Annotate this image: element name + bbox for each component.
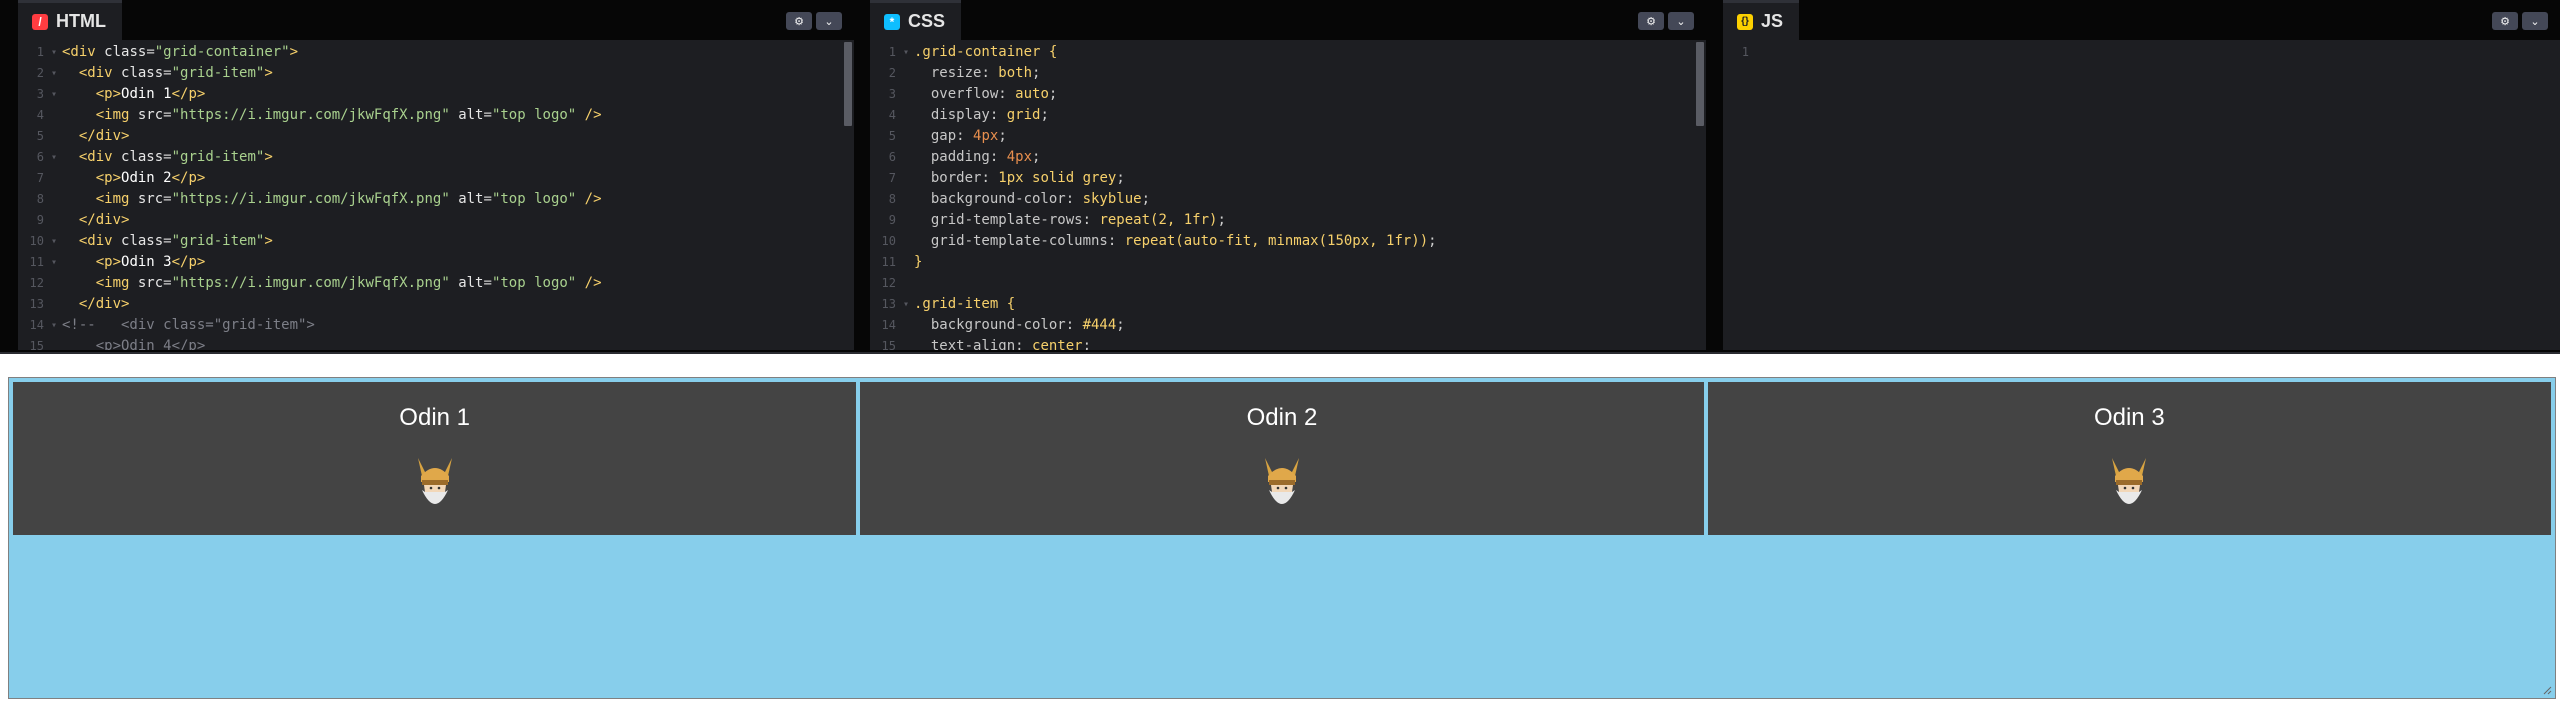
html-code[interactable]: 1 ▾ <div class="grid-container"> 2 ▾ <div c… [18,42,854,350]
editor-area: / HTML ⚙ ⌄ 1 ▾ <div class="grid-container"… [0,0,2560,352]
resize-handle-icon[interactable] [2542,685,2552,695]
css-code[interactable]: 1 ▾ .grid-container { 2 resize: both; 3 ov… [870,42,1706,350]
tab-js[interactable]: {} JS [1723,0,1800,40]
tab-js-label: JS [1761,11,1784,31]
gear-icon: ⚙ [2500,14,2510,28]
grid-item: Odin 1 [13,382,857,535]
gear-icon: ⚙ [1646,14,1656,28]
editor-preview-divider[interactable] [0,352,2560,354]
js-settings-button[interactable]: ⚙ [2492,12,2518,30]
item-label: Odin 1 [399,404,471,431]
item-label: Odin 3 [2093,404,2165,431]
item-label: Odin 2 [1246,404,1318,431]
css-collapse-button[interactable]: ⌄ [1668,12,1694,30]
html-settings-button[interactable]: ⚙ [786,12,812,30]
css-scrollbar[interactable] [1696,42,1704,126]
odin-logo-icon [417,458,452,504]
js-collapse-button[interactable]: ⌄ [2522,12,2548,30]
preview-grid-container: Odin 1 Odin 2 Odin 3 [8,377,2556,699]
js-icon: {} [1737,13,1753,30]
css-editor-pane[interactable]: * CSS ⚙ ⌄ 1 ▾ .grid-container { 2 resize: … [870,0,1706,350]
grid-item: Odin 3 [1707,382,2551,535]
grid-item: Odin 2 [860,382,1704,535]
css-settings-button[interactable]: ⚙ [1638,12,1664,30]
chevron-down-icon: ⌄ [1676,14,1686,28]
html-editor-pane[interactable]: / HTML ⚙ ⌄ 1 ▾ <div class="grid-container"… [18,0,854,350]
css-pane-header: * CSS ⚙ ⌄ [870,0,1706,40]
html-collapse-button[interactable]: ⌄ [816,12,842,30]
js-pane-header: {} JS ⚙ ⌄ [1723,0,2560,40]
html-icon: / [32,13,48,30]
odin-logo-icon [2112,458,2147,504]
tab-html-label: HTML [56,11,106,31]
js-code[interactable]: 1 [1723,42,2560,350]
chevron-down-icon: ⌄ [2530,14,2540,28]
tab-html[interactable]: / HTML [18,0,122,40]
chevron-down-icon: ⌄ [824,14,834,28]
html-scrollbar[interactable] [844,42,852,126]
gear-icon: ⚙ [794,14,804,28]
odin-logo-icon [1264,458,1299,504]
tab-css-label: CSS [908,11,946,31]
html-pane-header: / HTML ⚙ ⌄ [18,0,854,40]
css-icon: * [884,13,900,30]
tab-css[interactable]: * CSS [870,0,962,40]
js-editor-pane[interactable]: {} JS ⚙ ⌄ 1 [1723,0,2560,350]
